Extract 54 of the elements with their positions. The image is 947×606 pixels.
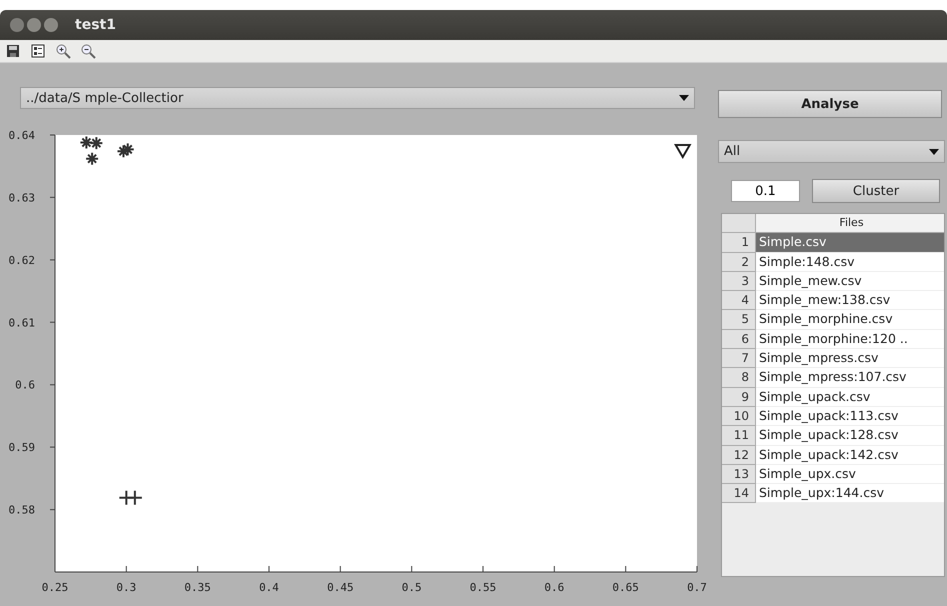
file-cell[interactable]: Simple_upx:144.csv	[756, 484, 944, 504]
file-cell[interactable]: Simple_upack.csv	[756, 388, 944, 407]
x-tick-label: 0.4	[259, 581, 279, 594]
file-cell[interactable]: Simple_mpress.csv	[756, 349, 944, 368]
y-tick-label: 0.59	[8, 441, 35, 454]
x-tick-label: 0.35	[184, 581, 211, 594]
file-cell[interactable]: Simple_mpress:107.csv	[756, 368, 944, 388]
file-cell[interactable]: Simple_morphine:120 ..	[756, 330, 944, 350]
y-tick-label: 0.61	[8, 316, 35, 330]
filter-value: All	[724, 144, 740, 159]
path-value: ../data/S mple-Collectior	[26, 90, 184, 106]
row-number: 10	[722, 406, 756, 426]
row-number: 2	[722, 252, 756, 272]
y-tick-label: 0.64	[8, 129, 35, 142]
file-cell[interactable]: Simple_upack:142.csv	[756, 446, 944, 465]
x-tick-label: 0.55	[470, 581, 496, 594]
x-tick-label: 0.5	[402, 581, 422, 594]
path-dropdown[interactable]: ../data/S mple-Collectior	[20, 87, 695, 109]
file-cell[interactable]: Simple_upx.csv	[756, 464, 944, 484]
row-number: 8	[722, 368, 756, 388]
row-number: 12	[722, 446, 756, 465]
row-number: 14	[722, 484, 756, 504]
threshold-field[interactable]: 0.1	[731, 180, 800, 202]
file-cell[interactable]: Simple_mew.csv	[756, 272, 944, 292]
x-tick-label: 0.7	[687, 581, 707, 594]
file-cell[interactable]: Simple.csv	[756, 233, 944, 253]
analyse-button[interactable]: Analyse	[718, 90, 942, 118]
row-number: 9	[722, 388, 756, 407]
y-tick-label: 0.58	[8, 504, 35, 517]
row-number: 3	[722, 272, 756, 292]
row-number: 4	[722, 291, 756, 310]
window-title: test1	[75, 17, 116, 33]
row-number: 11	[722, 426, 756, 446]
cluster-button[interactable]: Cluster	[812, 179, 940, 203]
file-cell[interactable]: Simple_upack:113.csv	[756, 406, 944, 426]
column-header[interactable]: Files	[756, 214, 944, 234]
y-tick-label: 0.63	[8, 191, 35, 204]
row-number: 6	[722, 330, 756, 350]
x-tick-label: 0.3	[116, 581, 136, 594]
file-cell[interactable]: Simple_mew:138.csv	[756, 291, 944, 310]
row-number: 1	[722, 233, 756, 253]
file-cell[interactable]: Simple_morphine.csv	[756, 310, 944, 330]
x-tick-label: 0.25	[42, 581, 68, 594]
x-tick-label: 0.6	[544, 581, 564, 594]
file-cell[interactable]: Simple_upack:128.csv	[756, 426, 944, 446]
file-cell[interactable]: Simple:148.csv	[756, 252, 944, 272]
x-tick-label: 0.65	[612, 581, 639, 594]
filter-dropdown[interactable]: All	[718, 140, 945, 163]
row-number: 13	[722, 464, 756, 484]
row-number: 7	[722, 349, 756, 368]
row-number: 5	[722, 310, 756, 330]
x-tick-label: 0.45	[327, 581, 354, 594]
y-tick-label: 0.62	[8, 254, 35, 267]
y-tick-label: 0.6	[15, 378, 35, 392]
